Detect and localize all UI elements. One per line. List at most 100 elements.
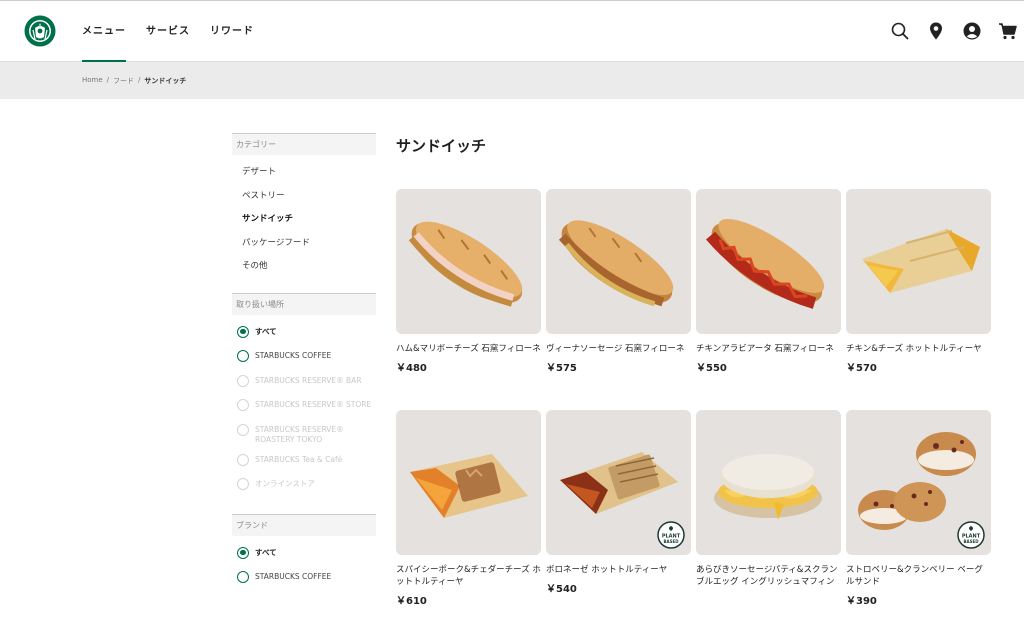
product-card[interactable]: チキン&チーズ ホットトルティーヤ ￥570 — [846, 189, 991, 410]
radio-label: STARBUCKS Tea & Café — [255, 454, 343, 464]
radio-button — [237, 374, 249, 387]
breadcrumb-link[interactable]: フード — [113, 76, 134, 86]
product-image[interactable]: PLANT BASED — [846, 410, 991, 555]
radio-label: STARBUCKS RESERVE® ROASTERY TOKYO — [255, 424, 344, 444]
nav-item-1[interactable]: サービス — [146, 1, 190, 63]
category-item[interactable]: その他 — [242, 261, 376, 285]
svg-text:BASED: BASED — [963, 539, 979, 544]
product-card[interactable]: ヴィーナソーセージ 石窯フィローネ ￥575 — [546, 189, 691, 410]
breadcrumb-band: Home / フード / サンドイッチ — [0, 62, 1024, 99]
radio-label: STARBUCKS RESERVE® BAR — [255, 375, 362, 385]
nav-item-2[interactable]: リワード — [210, 1, 254, 63]
category-item[interactable]: デザート — [242, 167, 376, 191]
radio-option[interactable]: すべて — [237, 546, 376, 573]
product-price: ￥610 — [396, 596, 427, 607]
category-heading: カテゴリー — [232, 133, 376, 155]
product-grid: ハム&マリボーチーズ 石窯フィローネ ￥480 ヴィーナソーセージ 石窯フィローネ… — [396, 189, 996, 631]
cart-icon[interactable] — [998, 21, 1018, 41]
category-item[interactable]: ペストリー — [242, 191, 376, 215]
product-name[interactable]: ストロベリー&クランベリー ベーグルサンド — [846, 564, 991, 588]
radio-button — [237, 478, 249, 490]
plant-based-badge-icon: PLANT BASED — [957, 521, 985, 549]
category-item[interactable]: パッケージフード — [242, 238, 376, 262]
breadcrumb-separator: / — [106, 76, 110, 84]
product-card[interactable]: スパイシーポーク&チェダーチーズ ホットトルティーヤ ￥610 — [396, 410, 541, 631]
radio-label: オンラインストア — [255, 479, 315, 488]
product-image[interactable] — [696, 410, 841, 555]
product-image[interactable]: PLANT BASED — [546, 410, 691, 555]
product-card[interactable]: チキンアラビアータ 石窯フィローネ ￥550 — [696, 189, 841, 410]
radio-button[interactable] — [237, 571, 249, 583]
breadcrumb-separator: / — [138, 76, 141, 84]
breadcrumb-link[interactable]: Home — [82, 76, 103, 86]
page-title: サンドイッチ — [396, 137, 487, 155]
product-price: ￥480 — [396, 363, 427, 374]
radio-label: すべて — [255, 547, 277, 557]
product-photo — [714, 454, 822, 520]
product-name[interactable]: スパイシーポーク&チェダーチーズ ホットトルティーヤ — [396, 564, 541, 588]
product-photo — [408, 221, 523, 307]
header-icons — [874, 21, 1018, 41]
product-name[interactable]: ヴィーナソーセージ 石窯フィローネ — [546, 343, 691, 355]
product-image[interactable] — [396, 189, 541, 334]
product-price: ￥540 — [546, 584, 577, 595]
location-filter: すべて STARBUCKS COFFEE STARBUCKS RESERVE® BA… — [232, 315, 376, 514]
starbucks-logo-icon[interactable] — [24, 15, 56, 47]
search-icon[interactable] — [890, 21, 910, 41]
svg-text:BASED: BASED — [663, 539, 679, 544]
product-image[interactable] — [696, 189, 841, 334]
radio-option: STARBUCKS RESERVE® STORE — [237, 399, 376, 425]
category-list: デザート ペストリー サンドイッチ パッケージフード その他 — [232, 155, 376, 293]
product-image[interactable] — [396, 410, 541, 555]
radio-option: STARBUCKS Tea & Café — [237, 453, 376, 480]
radio-option: STARBUCKS RESERVE® ROASTERY TOKYO — [237, 423, 376, 455]
breadcrumb-link: サンドイッチ — [144, 77, 187, 85]
radio-option: STARBUCKS RESERVE® BAR — [237, 374, 376, 401]
radio-label: STARBUCKS RESERVE® STORE — [255, 400, 372, 409]
product-image[interactable] — [546, 189, 691, 334]
location-pin-icon[interactable] — [926, 21, 946, 41]
radio-label: すべて — [255, 326, 277, 336]
product-price: ￥570 — [846, 363, 877, 374]
brand-heading: ブランド — [232, 513, 376, 536]
product-name[interactable]: チキンアラビアータ 石窯フィローネ — [696, 343, 841, 355]
location-heading: 取り扱い場所 — [232, 292, 376, 315]
radio-option[interactable]: STARBUCKS COFFEE — [237, 571, 376, 597]
product-card[interactable]: PLANT BASED ストロベリー&クランベリー ベーグルサンド ￥390 — [846, 410, 991, 631]
product-price: ￥390 — [846, 596, 877, 607]
radio-label: STARBUCKS COFFEE — [255, 351, 332, 360]
radio-option[interactable]: すべて — [237, 325, 376, 352]
product-price: ￥550 — [696, 363, 727, 374]
radio-button — [237, 423, 249, 436]
product-card[interactable]: PLANT BASED ボロネーゼ ホットトルティーヤ ￥540 — [546, 410, 691, 631]
radio-option: オンラインストア — [237, 478, 376, 504]
radio-option[interactable]: STARBUCKS COFFEE — [237, 350, 376, 376]
product-card[interactable]: あらびきソーセージパティ&スクランブルエッグ イングリッシュマフィン — [696, 410, 841, 631]
nav-item-0[interactable]: メニュー — [82, 1, 126, 64]
account-icon[interactable] — [962, 21, 982, 41]
radio-button[interactable] — [237, 325, 249, 338]
filter-sidebar: カテゴリー デザート ペストリー サンドイッチ パッケージフード その他 取り扱い場所 … — [232, 133, 376, 607]
main-nav: メニュー サービス リワード — [82, 1, 274, 64]
product-price: ￥575 — [546, 363, 577, 374]
product-card[interactable]: ハム&マリボーチーズ 石窯フィローネ ￥480 — [396, 189, 541, 410]
product-photo — [558, 220, 674, 307]
breadcrumb: Home / フード / サンドイッチ — [82, 76, 190, 86]
radio-label: STARBUCKS COFFEE — [255, 572, 332, 581]
product-name[interactable]: ハム&マリボーチーズ 石窯フィローネ — [396, 343, 541, 355]
site-header: メニュー サービス リワード — [0, 0, 1024, 64]
radio-button — [237, 399, 249, 411]
product-photo — [410, 454, 528, 518]
radio-button — [237, 453, 249, 466]
product-name[interactable]: ボロネーゼ ホットトルティーヤ — [546, 564, 691, 576]
product-photo — [862, 229, 980, 293]
product-image[interactable] — [846, 189, 991, 334]
plant-based-badge-icon: PLANT BASED — [657, 521, 685, 549]
radio-button[interactable] — [237, 546, 249, 559]
brand-filter: すべて STARBUCKS COFFEE — [232, 536, 376, 607]
product-photo — [706, 218, 825, 309]
product-name[interactable]: あらびきソーセージパティ&スクランブルエッグ イングリッシュマフィン — [696, 564, 841, 588]
radio-button[interactable] — [237, 350, 249, 362]
category-item[interactable]: サンドイッチ — [242, 214, 376, 238]
product-name[interactable]: チキン&チーズ ホットトルティーヤ — [846, 343, 991, 355]
